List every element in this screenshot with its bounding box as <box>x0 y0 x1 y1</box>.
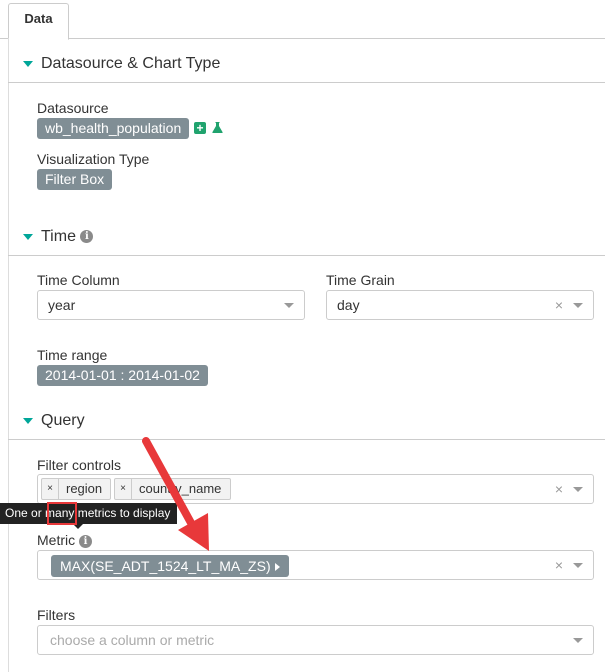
time-range-pill[interactable]: 2014-01-01 : 2014-01-02 <box>37 365 208 386</box>
chevron-down-icon[interactable] <box>573 563 583 568</box>
filters-label: Filters <box>37 607 76 623</box>
section-header-datasource[interactable]: Datasource & Chart Type <box>8 45 605 83</box>
metric-tag[interactable]: MAX(SE_ADT_1524_LT_MA_ZS) <box>51 555 289 577</box>
metric-tag-label: MAX(SE_ADT_1524_LT_MA_ZS) <box>60 558 271 574</box>
datasource-label: Datasource <box>37 100 109 116</box>
time-column-value: year <box>48 297 76 313</box>
datasource-pill[interactable]: wb_health_population <box>37 118 190 139</box>
section-title-text: Time <box>41 228 76 245</box>
chevron-down-icon[interactable] <box>573 303 583 308</box>
time-grain-select[interactable]: day × <box>326 290 594 320</box>
tab-bar: Data <box>0 0 605 40</box>
time-column-label: Time Column <box>37 272 120 288</box>
annotation-highlight-box <box>47 502 77 525</box>
section-header-time[interactable]: Time i <box>8 218 605 256</box>
time-column-select[interactable]: year <box>37 290 305 320</box>
filters-select[interactable]: choose a column or metric <box>37 625 594 655</box>
section-title: Datasource & Chart Type <box>41 55 221 72</box>
tab-data[interactable]: Data <box>8 3 69 40</box>
chevron-down-icon[interactable] <box>573 487 583 492</box>
clear-icon[interactable]: × <box>555 475 563 503</box>
time-grain-label: Time Grain <box>326 272 395 288</box>
filter-tag-label: country_name <box>139 481 222 496</box>
caret-right-icon[interactable] <box>274 563 280 572</box>
time-range-label: Time range <box>37 347 108 363</box>
filter-controls-select[interactable]: × region × country_name × <box>37 474 594 504</box>
metric-tooltip: One or many metrics to display <box>0 503 177 524</box>
clear-icon[interactable]: × <box>555 291 563 319</box>
info-icon[interactable]: i <box>79 534 93 548</box>
filter-tag-label: region <box>66 481 103 496</box>
caret-down-icon <box>23 60 33 67</box>
section-title: Time i <box>41 218 94 256</box>
info-icon[interactable]: i <box>80 230 94 244</box>
time-grain-value: day <box>337 297 360 313</box>
flask-icon[interactable] <box>212 122 223 133</box>
metric-label: Metric i <box>37 532 93 548</box>
viz-type-pill[interactable]: Filter Box <box>37 169 113 190</box>
clear-icon[interactable]: × <box>555 551 563 579</box>
caret-down-icon <box>23 417 33 424</box>
caret-down-icon <box>23 233 33 240</box>
chevron-down-icon[interactable] <box>573 638 583 643</box>
filter-controls-label: Filter controls <box>37 457 122 473</box>
viz-type-label: Visualization Type <box>37 151 150 167</box>
filter-tag-region[interactable]: × region <box>41 478 111 500</box>
section-title: Query <box>41 412 85 429</box>
section-header-query[interactable]: Query <box>8 402 605 440</box>
add-icon[interactable]: + <box>194 122 206 134</box>
remove-tag-icon[interactable]: × <box>42 479 59 499</box>
metric-select[interactable]: MAX(SE_ADT_1524_LT_MA_ZS) × <box>37 550 594 580</box>
chevron-down-icon[interactable] <box>284 303 294 308</box>
filters-placeholder: choose a column or metric <box>50 632 215 648</box>
filter-tag-country-name[interactable]: × country_name <box>114 478 231 500</box>
metric-label-text: Metric <box>37 532 76 548</box>
remove-tag-icon[interactable]: × <box>115 479 132 499</box>
